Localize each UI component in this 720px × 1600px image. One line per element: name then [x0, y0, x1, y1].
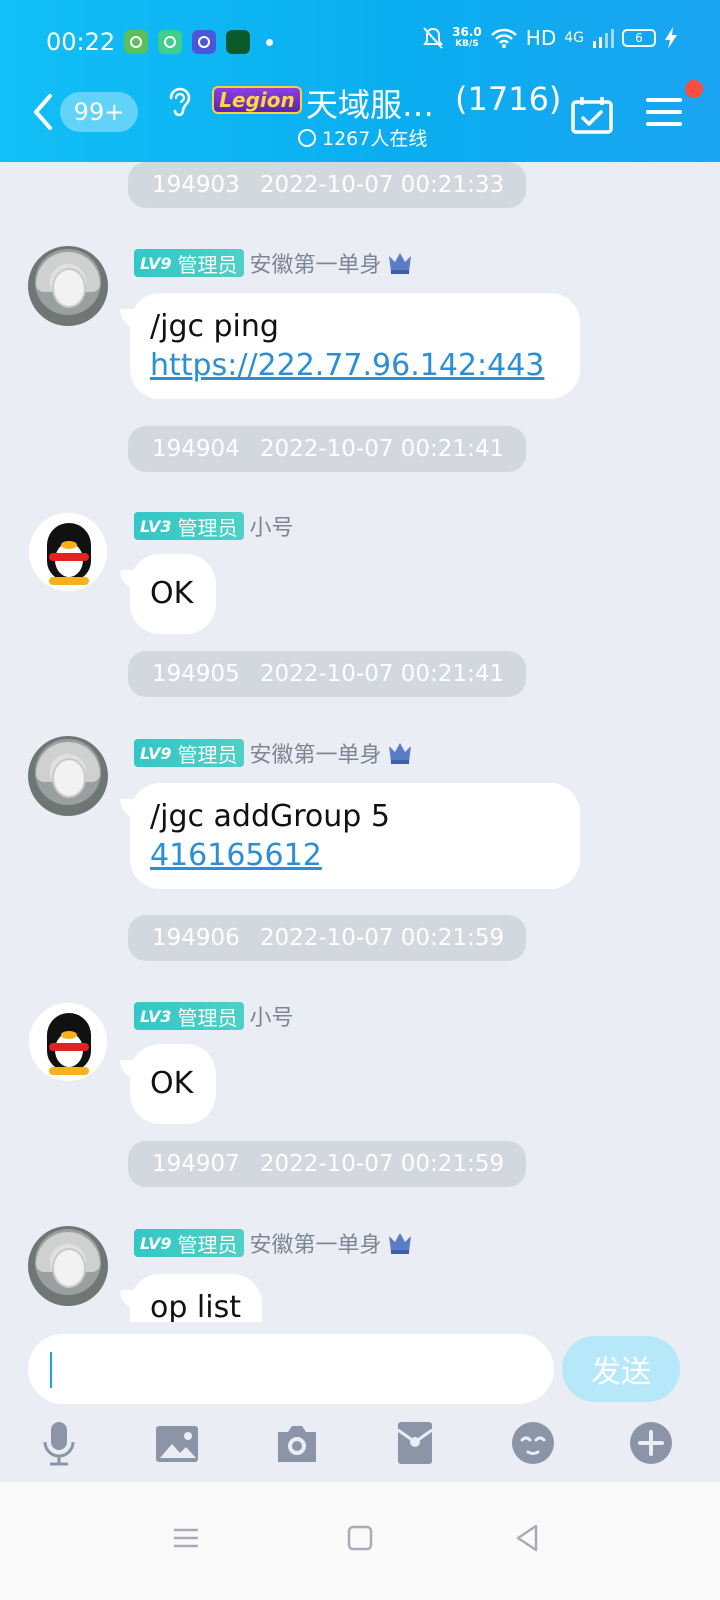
- avatar[interactable]: [28, 246, 108, 326]
- message-stamp: 194903 2022-10-07 00:21:33: [128, 162, 526, 208]
- microphone-icon[interactable]: [36, 1420, 82, 1466]
- admin-level-tag: LV9 管理员: [134, 249, 244, 277]
- camera-icon[interactable]: [274, 1420, 320, 1466]
- sender-name[interactable]: 小号: [250, 1000, 294, 1032]
- sender-name[interactable]: 安徽第一单身: [250, 737, 382, 769]
- app-icon: [226, 30, 250, 54]
- message-bubble[interactable]: OK: [130, 554, 216, 634]
- avatar[interactable]: [28, 736, 108, 816]
- crown-badge-icon: [388, 743, 411, 764]
- app-icon: [192, 30, 216, 54]
- back-triangle-icon[interactable]: [512, 1522, 544, 1554]
- system-nav-bar: [0, 1482, 720, 1600]
- sender-name[interactable]: 小号: [250, 510, 294, 542]
- image-icon[interactable]: [154, 1420, 200, 1466]
- signal-bars-icon: [593, 29, 614, 48]
- avatar[interactable]: [28, 1226, 108, 1306]
- message-input[interactable]: [28, 1334, 554, 1404]
- status-time: 00:22: [46, 28, 116, 56]
- admin-level-tag: LV9 管理员: [134, 1229, 244, 1257]
- input-bar: 发送: [0, 1322, 720, 1412]
- message-stamp: 194905 2022-10-07 00:21:41: [128, 651, 526, 697]
- charging-icon: [665, 27, 677, 49]
- sender-info: LV9 管理员 安徽第一单身: [134, 1227, 414, 1259]
- avatar[interactable]: [28, 1002, 108, 1082]
- chevron-circle-icon: [298, 128, 316, 147]
- message-bubble[interactable]: /jgc addGroup 5 416165612: [130, 783, 580, 889]
- battery-indicator: 6: [622, 29, 656, 47]
- hd-indicator: HD: [525, 26, 557, 50]
- signal-type: 4G: [564, 30, 584, 46]
- home-icon[interactable]: [344, 1522, 376, 1554]
- hamburger-menu-icon[interactable]: [646, 96, 682, 128]
- ear-icon[interactable]: [165, 84, 193, 120]
- back-arrow-icon[interactable]: [30, 92, 60, 132]
- online-status[interactable]: 1267人在线: [298, 124, 427, 151]
- plus-icon[interactable]: [628, 1420, 674, 1466]
- emoji-icon[interactable]: [510, 1420, 556, 1466]
- wifi-icon: [490, 28, 517, 48]
- sender-name[interactable]: 安徽第一单身: [250, 1227, 382, 1259]
- admin-level-tag: LV3 管理员: [134, 512, 244, 540]
- crown-badge-icon: [388, 253, 411, 274]
- message-stamp: 194904 2022-10-07 00:21:41: [128, 426, 526, 472]
- message-bubble[interactable]: /jgc ping https://222.77.96.142:443: [130, 293, 580, 399]
- unread-badge[interactable]: 99+: [60, 92, 138, 132]
- crown-badge-icon: [388, 1233, 411, 1254]
- mute-bell-icon: [423, 27, 444, 49]
- input-toolbar: [0, 1412, 720, 1482]
- sender-info: LV3 管理员 小号: [134, 1000, 294, 1032]
- top-bar: 00:22 36.0 KB/S HD 4G 6 99+ Legion 天域服… …: [0, 0, 720, 162]
- avatar[interactable]: [28, 512, 108, 592]
- text-caret: [50, 1352, 52, 1388]
- message-stamp: 194906 2022-10-07 00:21:59: [128, 915, 526, 961]
- send-button[interactable]: 发送: [562, 1336, 680, 1402]
- admin-level-tag: LV3 管理员: [134, 1002, 244, 1030]
- member-count[interactable]: (1716): [455, 80, 561, 118]
- recent-apps-icon[interactable]: [170, 1522, 202, 1554]
- net-speed: 36.0 KB/S: [452, 25, 482, 49]
- red-packet-icon[interactable]: [392, 1420, 438, 1466]
- notification-icons: [124, 30, 273, 54]
- status-bar: 00:22 36.0 KB/S HD 4G 6: [0, 0, 720, 84]
- message-list[interactable]: 194903 2022-10-07 00:21:33 LV9 管理员 安徽第一单…: [0, 162, 720, 1342]
- message-link[interactable]: https://222.77.96.142:443: [150, 346, 560, 385]
- group-title[interactable]: 天域服…: [306, 80, 434, 126]
- app-icon: [158, 30, 182, 54]
- calendar-check-icon[interactable]: [571, 96, 613, 134]
- sender-info: LV9 管理员 安徽第一单身: [134, 247, 414, 279]
- system-status: 36.0 KB/S HD 4G 6: [422, 26, 678, 50]
- admin-level-tag: LV9 管理员: [134, 739, 244, 767]
- online-count: 1267人在线: [322, 128, 428, 150]
- sender-info: LV9 管理员 安徽第一单身: [134, 737, 414, 769]
- sender-name[interactable]: 安徽第一单身: [250, 247, 382, 279]
- message-stamp: 194907 2022-10-07 00:21:59: [128, 1141, 526, 1187]
- legion-logo: Legion: [212, 86, 302, 114]
- message-link[interactable]: 416165612: [150, 836, 560, 875]
- android-app-icon: [124, 30, 148, 54]
- notification-dot: [685, 80, 703, 98]
- sender-info: LV3 管理员 小号: [134, 510, 294, 542]
- message-bubble[interactable]: OK: [130, 1044, 216, 1124]
- more-notifications-dot: [266, 38, 273, 46]
